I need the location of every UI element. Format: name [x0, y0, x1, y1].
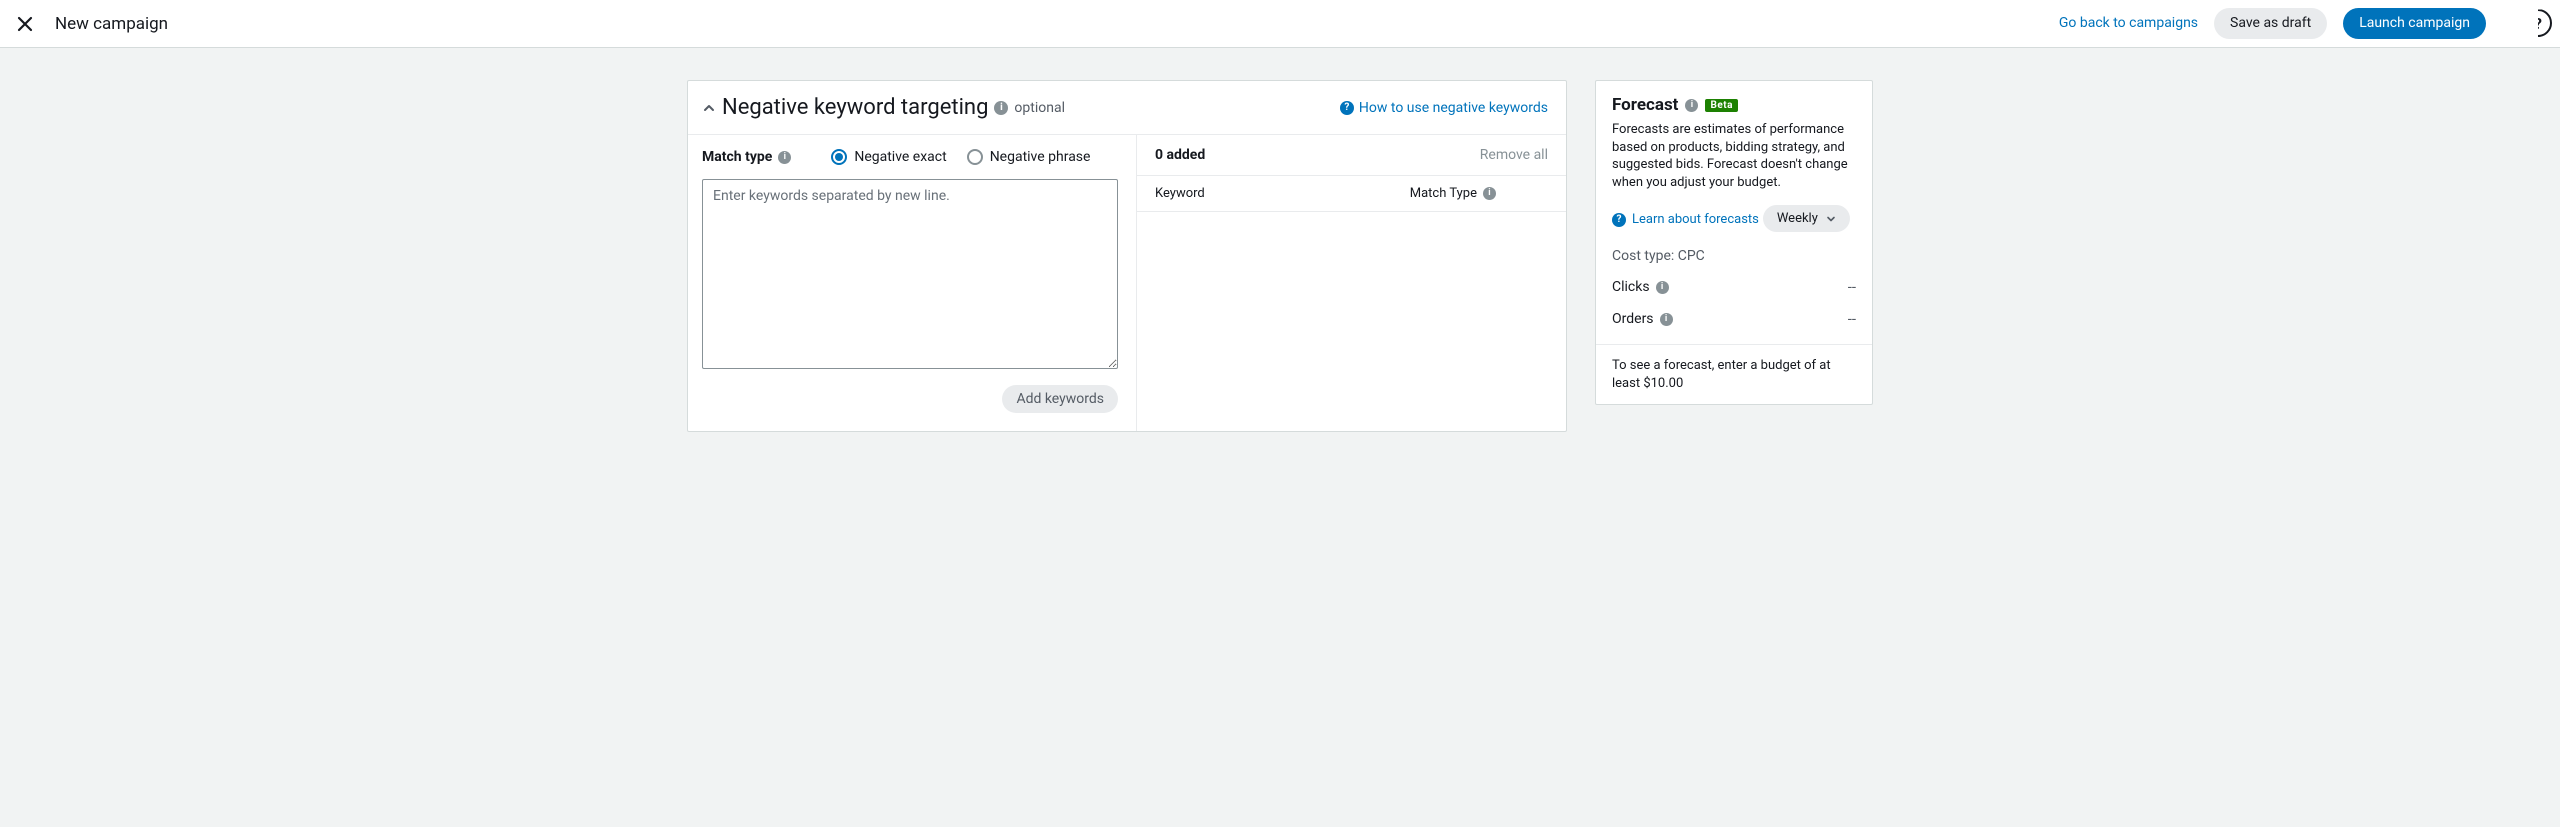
panel-header-left: Negative keyword targeting i optional [702, 95, 1065, 120]
match-type-radio-group: Negative exact Negative phrase [831, 149, 1090, 165]
add-keywords-button[interactable]: Add keywords [1002, 385, 1118, 413]
optional-label: optional [1014, 100, 1065, 116]
info-icon[interactable]: i [1483, 187, 1496, 200]
top-bar-left: New campaign [17, 14, 168, 34]
match-type-label: Match type i [702, 149, 791, 165]
main-content: Negative keyword targeting i optional ? … [0, 48, 2560, 464]
col-match-type: Match Type i [1410, 186, 1496, 201]
info-icon[interactable]: i [1685, 99, 1698, 112]
save-draft-button[interactable]: Save as draft [2214, 8, 2327, 39]
col-keyword: Keyword [1155, 186, 1205, 201]
added-count: 0 added [1155, 147, 1205, 163]
cost-type: Cost type: CPC [1612, 248, 1856, 264]
orders-value: -- [1848, 310, 1856, 328]
remove-all-button[interactable]: Remove all [1480, 147, 1548, 163]
radio-negative-exact[interactable]: Negative exact [831, 149, 946, 165]
close-icon[interactable] [17, 16, 33, 32]
negative-keyword-panel: Negative keyword targeting i optional ? … [687, 80, 1567, 432]
question-icon: ? [1340, 101, 1354, 115]
learn-forecasts-link[interactable]: ? Learn about forecasts [1612, 212, 1759, 227]
help-icon[interactable]: ? [2524, 9, 2552, 37]
how-to-text: How to use negative keywords [1359, 100, 1548, 116]
info-icon[interactable]: i [1660, 313, 1673, 326]
beta-badge: Beta [1705, 99, 1738, 112]
clicks-value: -- [1848, 278, 1856, 296]
add-keywords-row: Add keywords [702, 385, 1118, 413]
launch-campaign-button[interactable]: Launch campaign [2343, 8, 2486, 39]
orders-label: Orders i [1612, 311, 1673, 327]
added-keywords-side: 0 added Remove all Keyword Match Type i [1136, 135, 1566, 431]
info-icon[interactable]: i [1656, 281, 1669, 294]
panel-body: Match type i Negative exact Negative phr… [688, 135, 1566, 431]
top-bar: New campaign Go back to campaigns Save a… [0, 0, 2560, 48]
question-icon: ? [1612, 213, 1626, 227]
clicks-row: Clicks i -- [1612, 278, 1856, 296]
added-columns: Keyword Match Type i [1137, 176, 1566, 212]
back-to-campaigns-link[interactable]: Go back to campaigns [2059, 15, 2198, 31]
forecast-description: Forecasts are estimates of performance b… [1612, 121, 1856, 191]
how-to-link[interactable]: ? How to use negative keywords [1340, 100, 1548, 116]
info-icon[interactable]: i [778, 151, 791, 164]
added-header: 0 added Remove all [1137, 135, 1566, 176]
clicks-label: Clicks i [1612, 279, 1669, 295]
page-title: New campaign [55, 14, 168, 34]
forecast-card: Forecast i Beta Forecasts are estimates … [1595, 80, 1873, 405]
forecast-period-dropdown[interactable]: Weekly [1763, 205, 1850, 232]
forecast-sidebar: Forecast i Beta Forecasts are estimates … [1595, 80, 1873, 405]
radio-negative-phrase[interactable]: Negative phrase [967, 149, 1091, 165]
chevron-down-icon [1826, 214, 1836, 224]
keyword-entry-side: Match type i Negative exact Negative phr… [688, 135, 1136, 431]
forecast-title: Forecast [1612, 95, 1678, 115]
match-type-row: Match type i Negative exact Negative phr… [702, 149, 1118, 165]
forecast-footer: To see a forecast, enter a budget of at … [1596, 344, 1872, 404]
panel-header: Negative keyword targeting i optional ? … [688, 81, 1566, 135]
chevron-up-icon[interactable] [702, 101, 716, 115]
info-icon[interactable]: i [994, 101, 1008, 115]
section-title: Negative keyword targeting [722, 95, 988, 120]
keywords-textarea[interactable] [702, 179, 1118, 369]
top-bar-right: Go back to campaigns Save as draft Launc… [2059, 8, 2538, 39]
forecast-title-row: Forecast i Beta [1612, 95, 1856, 115]
orders-row: Orders i -- [1612, 310, 1856, 328]
